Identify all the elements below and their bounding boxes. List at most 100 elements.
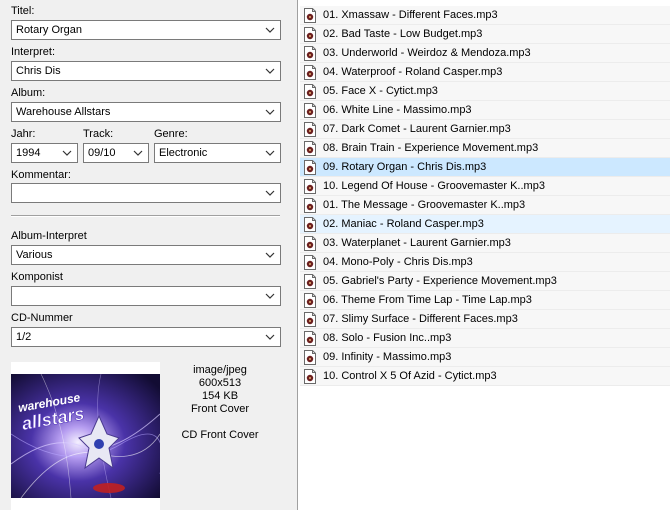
composer-combo[interactable] [11, 286, 281, 306]
track-label: Track: [83, 128, 114, 140]
audio-file-icon [303, 293, 317, 308]
audio-file-icon [303, 141, 317, 156]
composer-label: Komponist [11, 271, 63, 283]
file-name: 01. Xmassaw - Different Faces.mp3 [323, 9, 498, 21]
genre-combo[interactable]: Electronic [154, 143, 281, 163]
file-name: 03. Waterplanet - Laurent Garnier.mp3 [323, 237, 511, 249]
file-name: 10. Control X 5 Of Azid - Cytict.mp3 [323, 370, 497, 382]
artist-combo[interactable]: Chris Dis [11, 61, 281, 81]
cover-dimensions: 600x513 [198, 377, 242, 389]
list-item[interactable]: 06. White Line - Massimo.mp3 [300, 101, 670, 120]
list-item[interactable]: 02. Bad Taste - Low Budget.mp3 [300, 25, 670, 44]
list-item[interactable]: 08. Brain Train - Experience Movement.mp… [300, 139, 670, 158]
cd-number-label: CD-Nummer [11, 312, 73, 324]
year-label: Jahr: [11, 128, 36, 140]
audio-file-icon [303, 236, 317, 251]
audio-file-icon [303, 65, 317, 80]
audio-file-icon [303, 122, 317, 137]
audio-file-icon [303, 274, 317, 289]
chevron-down-icon[interactable] [133, 144, 145, 162]
genre-value: Electronic [159, 147, 208, 159]
list-item[interactable]: 06. Theme From Time Lap - Time Lap.mp3 [300, 291, 670, 310]
album-label: Album: [11, 87, 46, 99]
file-name: 10. Legend Of House - Groovemaster K..mp… [323, 180, 545, 192]
chevron-down-icon[interactable] [62, 144, 74, 162]
file-name: 02. Bad Taste - Low Budget.mp3 [323, 28, 483, 40]
audio-file-icon [303, 369, 317, 384]
list-item[interactable]: 10. Legend Of House - Groovemaster K..mp… [300, 177, 670, 196]
genre-label: Genre: [154, 128, 188, 140]
audio-file-icon [303, 103, 317, 118]
audio-file-icon [303, 255, 317, 270]
file-name: 05. Gabriel's Party - Experience Movemen… [323, 275, 557, 287]
cd-number-value: 1/2 [16, 331, 32, 343]
year-combo[interactable]: 1994 [11, 143, 78, 163]
list-item[interactable]: 02. Maniac - Roland Casper.mp3 [300, 215, 670, 234]
cover-art-frame[interactable]: warehouse allstars [11, 362, 160, 510]
list-item[interactable]: 01. The Message - Groovemaster K..mp3 [300, 196, 670, 215]
list-item[interactable]: 05. Gabriel's Party - Experience Movemen… [300, 272, 670, 291]
chevron-down-icon[interactable] [265, 184, 277, 202]
cover-art-image[interactable]: warehouse allstars [11, 374, 160, 498]
file-name: 04. Mono-Poly - Chris Dis.mp3 [323, 256, 473, 268]
comment-label: Kommentar: [11, 169, 71, 181]
album-artist-combo[interactable]: Various [11, 245, 281, 265]
file-name: 04. Waterproof - Roland Casper.mp3 [323, 66, 503, 78]
tag-editor-panel: Titel: Rotary Organ Interpret: Chris Dis… [0, 0, 290, 510]
album-artist-label: Album-Interpret [11, 230, 87, 242]
file-name: 03. Underworld - Weirdoz & Mendoza.mp3 [323, 47, 531, 59]
title-label: Titel: [11, 5, 35, 17]
album-artist-value: Various [16, 249, 53, 261]
chevron-down-icon[interactable] [265, 103, 277, 121]
audio-file-icon [303, 160, 317, 175]
cd-number-combo[interactable]: 1/2 [11, 327, 281, 347]
file-name: 08. Solo - Fusion Inc..mp3 [323, 332, 452, 344]
title-value: Rotary Organ [16, 24, 83, 36]
file-name: 02. Maniac - Roland Casper.mp3 [323, 218, 484, 230]
chevron-down-icon[interactable] [265, 246, 277, 264]
list-item[interactable]: 04. Mono-Poly - Chris Dis.mp3 [300, 253, 670, 272]
list-item[interactable]: 01. Xmassaw - Different Faces.mp3 [300, 6, 670, 25]
audio-file-icon [303, 46, 317, 61]
list-item[interactable]: 08. Solo - Fusion Inc..mp3 [300, 329, 670, 348]
list-item[interactable]: 10. Control X 5 Of Azid - Cytict.mp3 [300, 367, 670, 386]
section-divider [11, 215, 280, 217]
cover-type: Front Cover [190, 403, 250, 415]
artist-label: Interpret: [11, 46, 56, 58]
audio-file-icon [303, 27, 317, 42]
chevron-down-icon[interactable] [265, 21, 277, 39]
file-name: 07. Slimy Surface - Different Faces.mp3 [323, 313, 518, 325]
file-name: 09. Infinity - Massimo.mp3 [323, 351, 452, 363]
list-item[interactable]: 04. Waterproof - Roland Casper.mp3 [300, 63, 670, 82]
file-name: 05. Face X - Cytict.mp3 [323, 85, 438, 97]
title-combo[interactable]: Rotary Organ [11, 20, 281, 40]
list-item[interactable]: 07. Dark Comet - Laurent Garnier.mp3 [300, 120, 670, 139]
album-combo[interactable]: Warehouse Allstars [11, 102, 281, 122]
audio-file-icon [303, 198, 317, 213]
splitter[interactable] [290, 0, 298, 510]
list-item[interactable]: 05. Face X - Cytict.mp3 [300, 82, 670, 101]
audio-file-icon [303, 350, 317, 365]
list-item[interactable]: 03. Waterplanet - Laurent Garnier.mp3 [300, 234, 670, 253]
chevron-down-icon[interactable] [265, 328, 277, 346]
list-item[interactable]: 03. Underworld - Weirdoz & Mendoza.mp3 [300, 44, 670, 63]
year-value: 1994 [16, 147, 41, 159]
file-list: 01. Xmassaw - Different Faces.mp3 02. Bad… [298, 0, 670, 510]
audio-file-icon [303, 84, 317, 99]
track-combo[interactable]: 09/10 [83, 143, 149, 163]
audio-file-icon [303, 8, 317, 23]
chevron-down-icon[interactable] [265, 287, 277, 305]
cover-mime: image/jpeg [193, 364, 247, 376]
list-item[interactable]: 07. Slimy Surface - Different Faces.mp3 [300, 310, 670, 329]
list-item[interactable]: 09. Rotary Organ - Chris Dis.mp3 [300, 158, 670, 177]
file-name: 09. Rotary Organ - Chris Dis.mp3 [323, 161, 487, 173]
audio-file-icon [303, 312, 317, 327]
track-value: 09/10 [88, 147, 116, 159]
chevron-down-icon[interactable] [265, 62, 277, 80]
audio-file-icon [303, 217, 317, 232]
chevron-down-icon[interactable] [265, 144, 277, 162]
comment-combo[interactable] [11, 183, 281, 203]
list-item[interactable]: 09. Infinity - Massimo.mp3 [300, 348, 670, 367]
album-value: Warehouse Allstars [16, 106, 111, 118]
cover-description: CD Front Cover [181, 429, 259, 441]
